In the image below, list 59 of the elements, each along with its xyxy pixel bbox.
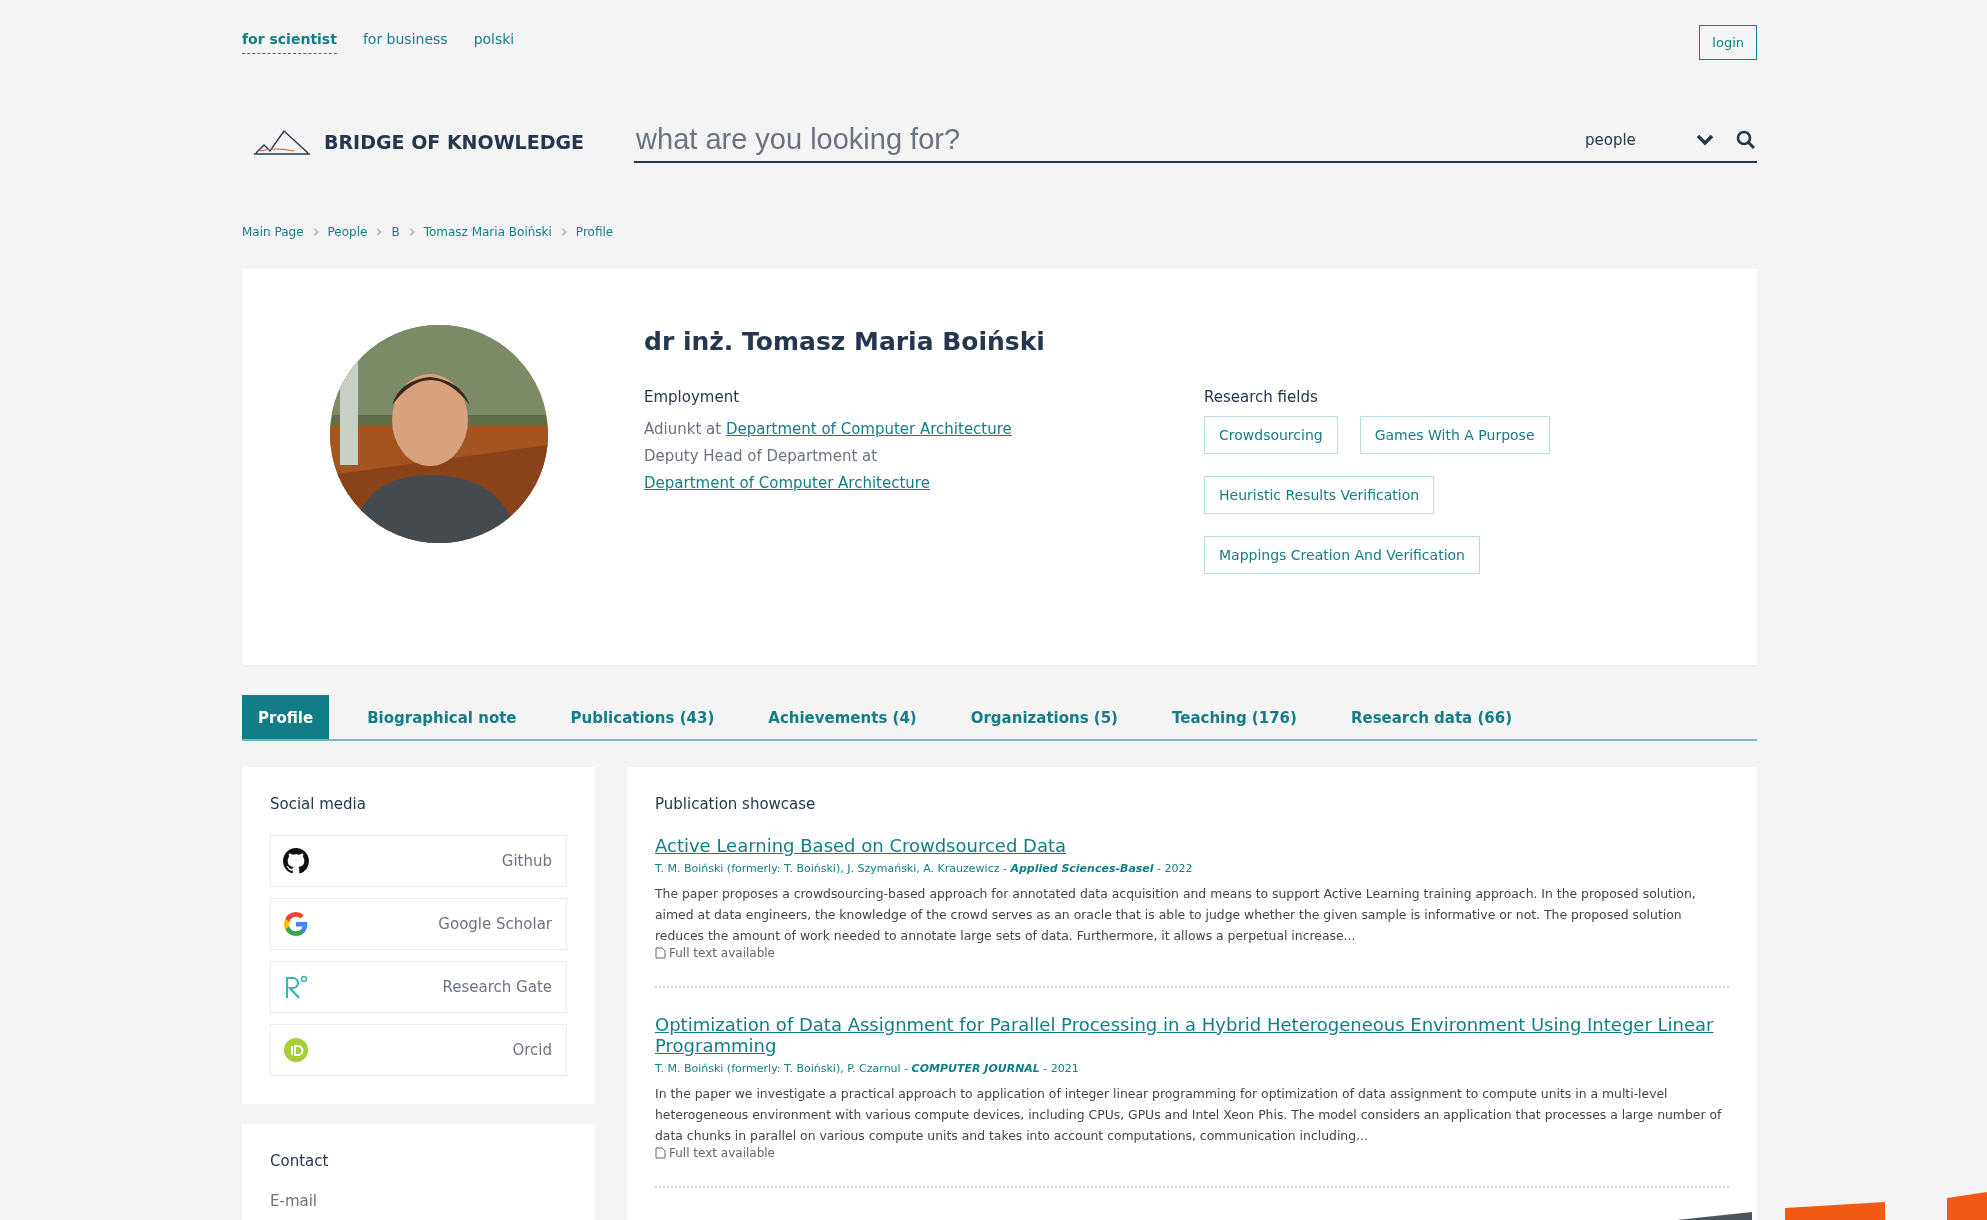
- social-link[interactable]: Orcid: [270, 1024, 567, 1076]
- tab[interactable]: Publications (43): [554, 695, 731, 739]
- google-g-icon: [283, 911, 309, 937]
- github-icon: [283, 848, 309, 874]
- nav-link[interactable]: polski: [473, 30, 515, 54]
- nav-link[interactable]: for scientist: [242, 30, 337, 54]
- social-link[interactable]: Google Scholar: [270, 898, 567, 950]
- person-name: dr inż. Tomasz Maria Boiński: [644, 327, 1046, 356]
- research-field-tag[interactable]: Heuristic Results Verification: [1204, 476, 1435, 514]
- section-title: Employment: [644, 388, 741, 406]
- chevron-right-icon: [375, 228, 384, 236]
- panel-title: Social media: [270, 795, 367, 813]
- tab[interactable]: Organizations (5): [954, 695, 1134, 739]
- department-link[interactable]: Department of Computer Architecture: [725, 420, 1012, 438]
- login-button[interactable]: login: [1699, 24, 1757, 60]
- tab[interactable]: Biographical note: [351, 695, 533, 739]
- panel-title: Publication showcase: [655, 795, 817, 813]
- research-field-tag[interactable]: Games With A Purpose: [1359, 416, 1550, 454]
- search-field[interactable]: what are you looking for? people: [634, 122, 1757, 163]
- tab[interactable]: Research data (66): [1334, 695, 1528, 739]
- social-link[interactable]: Github: [270, 835, 567, 887]
- publication-abstract: The paper proposes a crowdsourcing-based approach for annotated data acquisition and means to support Active Learning training approach. In the proposed solution, aimed at data engineers, the knowledge of the crowd serves as an oracle that is able to judge whether the given sample is informative or not. The proposed solution reduces the amount of work needed to annotate large sets of data. Furthermore, it allows a perpetual increase...: [655, 885, 1697, 945]
- orcid-icon: [283, 1037, 309, 1063]
- field-label: E-mail: [270, 1192, 319, 1210]
- full-text-label: Full text available: [669, 946, 775, 960]
- tab[interactable]: Achievements (4): [752, 695, 933, 739]
- search-scope-select[interactable]: people: [1585, 130, 1675, 149]
- social-link[interactable]: Research Gate: [270, 961, 567, 1013]
- employment-entry: Deputy Head of Department at Department of Computer Architecture: [644, 446, 931, 494]
- department-link[interactable]: Department of Computer Architecture: [644, 474, 930, 492]
- publication-byline: T. M. Boiński (formerly: T. Boiński), J. Szymański, A. Krauzewicz - Applied Sciences-Basel - 2022: [655, 862, 1194, 875]
- logo-text: BRIDGE OF KNOWLEDGE: [324, 131, 585, 153]
- full-text-label: Full text available: [669, 1146, 775, 1160]
- section-title: Research fields: [1204, 388, 1319, 406]
- chevron-right-icon: [559, 228, 568, 236]
- publication-abstract: In the paper we investigate a practical approach to application of integer linear programming for optimization of data assignment to compute units in a multi-level heterogeneous environment with various compute devices, including CPUs, GPUs and Intel Xeon Phis. The model considers an application that processes a large number of data chunks in parallel on various compute units and takes into account computations, communication including...: [655, 1085, 1723, 1145]
- researchgate-icon: [283, 974, 309, 1000]
- breadcrumb-link[interactable]: Main Page: [242, 225, 304, 239]
- breadcrumb-link[interactable]: Tomasz Maria Boiński: [423, 225, 552, 239]
- employment-entry: Adiunkt at Department of Computer Architecture: [644, 419, 1013, 440]
- breadcrumb-link[interactable]: People: [327, 225, 368, 239]
- chevron-right-icon: [311, 228, 320, 236]
- panel-title: Contact: [270, 1152, 330, 1170]
- breadcrumb-link[interactable]: B: [391, 225, 400, 239]
- mountain-logo-icon: [254, 127, 310, 157]
- publication-byline: T. M. Boiński (formerly: T. Boiński), P. Czarnul - COMPUTER JOURNAL - 2021: [655, 1062, 1080, 1075]
- nav-link[interactable]: for business: [362, 30, 448, 54]
- document-icon: [655, 947, 666, 959]
- search-icon[interactable]: [1735, 128, 1757, 151]
- tab[interactable]: Teaching (176): [1156, 695, 1313, 739]
- research-field-tag[interactable]: Crowdsourcing: [1204, 416, 1338, 454]
- chevron-down-icon[interactable]: [1695, 132, 1715, 147]
- document-icon: [655, 1147, 666, 1159]
- publication-title-link[interactable]: Optimization of Data Assignment for Parallel Processing in a Hybrid Heterogeneous Environment Using Integer Linear Programming: [655, 1014, 1729, 1056]
- research-field-tag[interactable]: Mappings Creation And Verification: [1204, 536, 1480, 574]
- tab[interactable]: Profile: [242, 695, 330, 739]
- chevron-right-icon: [407, 228, 416, 236]
- breadcrumb-link[interactable]: Profile: [575, 225, 614, 239]
- publication-title-link[interactable]: Active Learning Based on Crowdsourced Data: [655, 835, 1729, 856]
